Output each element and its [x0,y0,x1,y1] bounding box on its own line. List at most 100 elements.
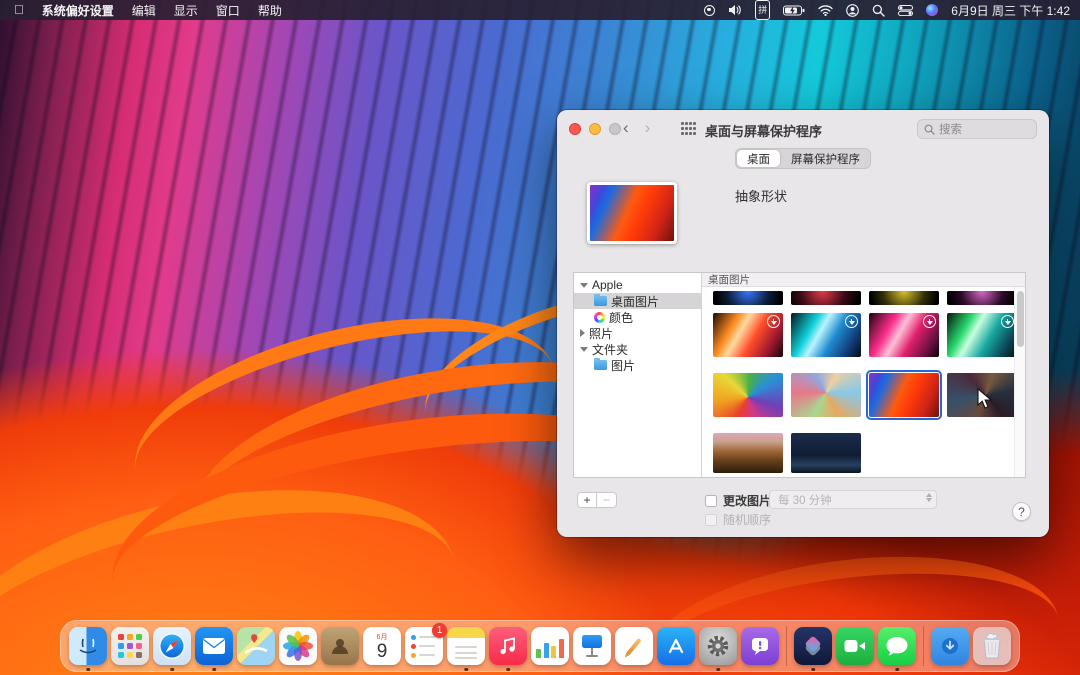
dock-item-downloads[interactable] [931,627,969,665]
wallpaper-thumbnail[interactable] [947,313,1017,357]
remove-folder-button[interactable]: − [597,492,617,508]
launchpad-icon [118,634,142,658]
change-picture-checkbox[interactable] [705,495,717,507]
show-all-icon[interactable] [681,122,696,135]
wallpaper-thumbnail[interactable] [791,313,861,357]
sidebar-group-label: 照片 [589,325,613,342]
sidebar-item-colors[interactable]: 颜色 [574,309,701,325]
calendar-day: 9 [377,642,388,662]
dock-item-trash[interactable] [973,627,1011,665]
downloads-folder-icon [939,635,961,657]
wallpaper-thumbnail[interactable] [791,291,861,305]
sidebar-item-pictures[interactable]: 图片 [574,357,701,373]
disclosure-down-icon[interactable] [580,347,588,352]
add-folder-button[interactable]: + [577,492,597,508]
forward-button[interactable]: › [645,118,651,138]
sidebar-item-desktop-pictures[interactable]: 桌面图片 [574,293,701,309]
grid-scrollbar[interactable] [1014,287,1025,477]
dock-item-notes[interactable] [447,627,485,665]
wallpaper-thumbnail[interactable] [869,291,939,305]
dock-item-messages[interactable] [878,627,916,665]
dock-item-system-preferences[interactable] [699,627,737,665]
numbers-icon [531,627,569,665]
dock-item-launchpad[interactable] [111,627,149,665]
sidebar-group-folders[interactable]: 文件夹 [574,341,701,357]
dock-item-finder[interactable] [69,627,107,665]
source-sidebar: Apple 桌面图片 颜色 照片 文件夹 [574,273,702,477]
sidebar-item-label: 桌面图片 [611,293,659,310]
input-method-icon[interactable]: 拼 [755,0,770,20]
sidebar-group-label: 文件夹 [592,341,628,358]
sidebar-item-label: 颜色 [609,309,633,326]
apple-menu-icon[interactable]:  [14,0,24,20]
wifi-icon[interactable] [818,0,833,20]
screen-record-icon[interactable] [704,0,715,20]
sidebar-group-apple[interactable]: Apple [574,277,701,293]
photos-icon [283,631,313,661]
search-icon[interactable] [872,0,885,20]
wallpaper-thumbnail[interactable] [713,373,783,417]
facetime-icon [843,637,867,655]
wallpaper-thumbnail[interactable] [791,433,861,473]
interval-dropdown[interactable]: 每 30 分钟 [769,490,937,509]
dock-item-photos[interactable] [279,627,317,665]
folder-icon [594,360,607,370]
tab-screensaver[interactable]: 屏幕保护程序 [781,149,870,168]
random-order-checkbox[interactable] [705,514,717,526]
dock-item-numbers[interactable] [531,627,569,665]
dock-item-keynote[interactable] [573,627,611,665]
menu-help[interactable]: 帮助 [258,2,282,19]
menu-clock[interactable]: 6月9日 周三 下午 1:42 [951,2,1070,19]
wallpaper-thumbnail-selected[interactable] [869,373,939,417]
minimize-button[interactable] [589,123,601,135]
user-account-icon[interactable] [846,0,859,20]
tab-desktop[interactable]: 桌面 [737,150,780,167]
dock-item-music[interactable] [489,627,527,665]
running-indicator [506,668,510,672]
interval-value: 每 30 分钟 [778,492,832,508]
window-titlebar[interactable]: ‹ › 桌面与屏幕保护程序 搜索 [557,110,1049,148]
wallpaper-thumbnail[interactable] [713,291,783,305]
current-wallpaper-thumbnail[interactable] [587,182,677,244]
screen:  系统偏好设置 编辑 显示 窗口 帮助 拼 [0,0,1080,675]
volume-icon[interactable] [728,0,742,20]
help-button[interactable]: ? [1012,502,1031,521]
menu-view[interactable]: 显示 [174,2,198,19]
dock-item-maps[interactable] [237,627,275,665]
dock-item-app-store[interactable] [657,627,695,665]
dock-item-pages[interactable] [615,627,653,665]
wallpaper-thumbnail[interactable] [713,433,783,473]
disclosure-down-icon[interactable] [580,283,588,288]
dock-item-facetime[interactable] [836,627,874,665]
wallpaper-thumbnail[interactable] [947,291,1017,305]
menu-bar:  系统偏好设置 编辑 显示 窗口 帮助 拼 [0,0,1080,20]
dock-item-safari[interactable] [153,627,191,665]
sidebar-group-photos[interactable]: 照片 [574,325,701,341]
close-button[interactable] [569,123,581,135]
dock-item-shortcuts[interactable] [794,627,832,665]
menu-app-name[interactable]: 系统偏好设置 [42,2,114,19]
random-order-label: 随机顺序 [723,511,771,528]
dock-item-calendar[interactable]: 6月 9 [363,627,401,665]
mail-icon [202,637,226,655]
back-button[interactable]: ‹ [623,118,629,138]
tab-bar: 桌面 屏幕保护程序 [557,148,1049,174]
content-box: Apple 桌面图片 颜色 照片 文件夹 [573,272,1026,478]
disclosure-right-icon[interactable] [580,329,585,337]
sidebar-item-label: 图片 [611,357,635,374]
wallpaper-thumbnail[interactable] [869,313,939,357]
battery-icon[interactable] [783,0,805,20]
feedback-icon [749,635,771,657]
dock-item-feedback-assistant[interactable] [741,627,779,665]
control-center-icon[interactable] [898,0,913,20]
folder-icon [594,296,607,306]
dock-item-contacts[interactable] [321,627,359,665]
wallpaper-thumbnail[interactable] [791,373,861,417]
dock-item-mail[interactable] [195,627,233,665]
menu-edit[interactable]: 编辑 [132,2,156,19]
menu-window[interactable]: 窗口 [216,2,240,19]
search-field[interactable]: 搜索 [917,119,1037,139]
wallpaper-thumbnail[interactable] [713,313,783,357]
siri-icon[interactable] [926,0,938,20]
dock-item-reminders[interactable]: 1 [405,627,443,665]
